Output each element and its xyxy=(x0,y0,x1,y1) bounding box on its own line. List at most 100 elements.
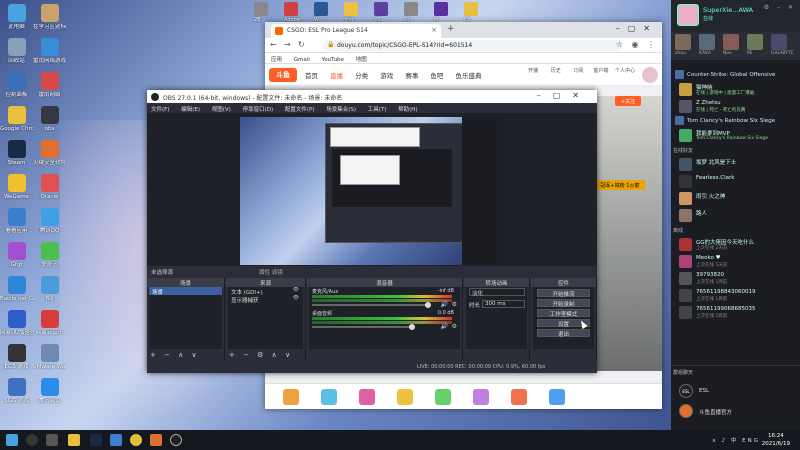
sources-toolbar[interactable]: + − ⚙ ∧ ∨ xyxy=(229,351,293,359)
desktop-icon[interactable]: Gfgt xyxy=(0,242,33,268)
friend-section-header[interactable]: 在线好友 xyxy=(673,147,693,154)
exit-button[interactable]: 退出 xyxy=(537,329,590,338)
back-icon[interactable]: ← xyxy=(270,40,277,49)
gift-icon[interactable] xyxy=(359,389,375,405)
desktop-icon[interactable]: 火绒安全软件 xyxy=(33,140,66,166)
task-view-icon[interactable] xyxy=(46,434,58,446)
nav-games[interactable]: 游戏 xyxy=(380,72,393,80)
group-douyu[interactable]: 斗鱼直播官方 xyxy=(699,408,732,416)
gift-icon[interactable] xyxy=(549,389,565,405)
chrome-icon[interactable] xyxy=(130,434,142,446)
desktop-icon[interactable]: Google Chrome xyxy=(0,106,33,132)
friend-row[interactable]: 76561199068685035 上次在线 2周前 xyxy=(671,305,800,321)
desktop-icon[interactable]: EGS 游戏 xyxy=(0,344,33,370)
studio-mode-button[interactable]: 工作室模式 xyxy=(537,309,590,318)
steam-username[interactable]: SuperXie...AWA xyxy=(703,6,753,14)
transition-select[interactable]: 淡化 xyxy=(469,288,525,297)
gift-icon[interactable] xyxy=(511,389,527,405)
slider-knob[interactable] xyxy=(409,324,415,330)
source-item-display[interactable]: 显示器捕获 👁 xyxy=(228,295,303,304)
steam-window-controls[interactable]: ⚙ – ✕ xyxy=(764,4,796,11)
desktop-icon[interactable]: VMware Workstation xyxy=(33,344,66,370)
scene-item[interactable]: 场景 xyxy=(149,287,222,296)
nav-yuba[interactable]: 鱼吧 xyxy=(430,72,443,80)
subscribe-link[interactable]: 订阅 xyxy=(570,67,587,74)
friend-avatar[interactable] xyxy=(699,34,715,50)
start-icon[interactable] xyxy=(6,434,18,446)
douyu-group-icon[interactable] xyxy=(679,404,693,418)
douyu-logo[interactable]: 斗鱼 xyxy=(269,68,297,82)
desktop-icon[interactable] xyxy=(314,2,328,16)
desktop-icon[interactable] xyxy=(254,2,268,16)
gift-icon[interactable] xyxy=(473,389,489,405)
friend-row[interactable]: 39793820 上次在线 1周前 xyxy=(671,271,800,287)
desktop-icon[interactable]: Oracle xyxy=(33,174,66,200)
friend-row[interactable]: Fearless.Clark xyxy=(671,174,800,190)
desktop-icon[interactable]: obs xyxy=(33,106,66,132)
friend-row[interactable]: GG的大佬因今天吃什么 上次在线 2天前 xyxy=(671,237,800,253)
game-group-header[interactable]: Counter-Strike: Global Offensive xyxy=(675,70,775,79)
desktop-icon[interactable]: SGG 游戏 xyxy=(0,378,33,404)
desktop-icon[interactable]: 网易云音乐 xyxy=(33,310,66,336)
friend-row[interactable]: Z Zhetsu 在线 | 死亡 - 死亡的竞赛 xyxy=(671,99,800,115)
friend-row[interactable]: 路人 xyxy=(671,208,800,224)
history-link[interactable]: 历史 xyxy=(547,67,564,74)
speaker-icon[interactable]: 🔊 xyxy=(441,301,448,308)
slider-knob[interactable] xyxy=(425,302,431,308)
browser-actions[interactable]: ☆ ◉ ⋮ xyxy=(616,40,658,49)
gift-icon[interactable] xyxy=(321,389,337,405)
scenes-toolbar[interactable]: + − ∧ ∨ xyxy=(150,351,200,359)
start-recording-button[interactable]: 开始录制 xyxy=(537,299,590,308)
desktop-icon[interactable]: 雷雨网络游戏 xyxy=(33,38,66,64)
friend-avatar[interactable] xyxy=(675,34,691,50)
new-tab-icon[interactable]: + xyxy=(447,24,455,34)
source-item-text[interactable]: 文本 (GDI+) 👁 xyxy=(228,287,303,296)
explorer-icon[interactable] xyxy=(68,434,80,446)
clock[interactable]: 16:24 2021/6/19 xyxy=(762,432,790,448)
friend-row[interactable]: 坂梦 北风是下士 xyxy=(671,157,800,173)
game-group-header[interactable]: Tom Clancy's Rainbow Six Siege xyxy=(675,116,775,125)
nav-category[interactable]: 分类 xyxy=(355,72,368,80)
properties-filters[interactable]: 属性 滤镜 xyxy=(259,268,283,276)
bookmark-youtube[interactable]: YouTube xyxy=(322,57,344,63)
gear-icon[interactable]: ⚙ xyxy=(452,323,457,330)
system-tray[interactable]: ∧ ♪ 中 ENG xyxy=(712,436,760,444)
avatar[interactable] xyxy=(642,67,658,83)
desktop-icon[interactable] xyxy=(464,2,478,16)
gear-icon[interactable]: ⚙ xyxy=(452,301,457,308)
app-icon[interactable] xyxy=(150,434,162,446)
stream-video[interactable] xyxy=(595,96,662,371)
desktop-icon[interactable]: 爱奇艺 xyxy=(33,242,66,268)
group-esl[interactable]: ESL xyxy=(699,388,709,394)
obs-preview[interactable] xyxy=(240,117,503,265)
desktop-icon[interactable] xyxy=(344,2,358,16)
desktop-icon[interactable]: 看看应用 xyxy=(0,208,33,234)
nav-home[interactable]: 首页 xyxy=(305,72,318,80)
nav-events[interactable]: 赛事 xyxy=(405,72,418,80)
volume-slider[interactable] xyxy=(312,324,415,330)
follow-button[interactable]: +关注 xyxy=(615,96,641,106)
friend-row[interactable]: 我能拿到MVP Tom Clancy's Rainbow Six Siege xyxy=(671,128,800,144)
start-streaming-button[interactable]: 开始推流 xyxy=(537,289,590,298)
forward-icon[interactable]: → xyxy=(284,40,291,49)
desktop-icon[interactable]: 腾讯QQ xyxy=(33,208,66,234)
obs-window-controls[interactable]: –▢✕ xyxy=(537,91,591,100)
desktop-icon[interactable]: Steam xyxy=(0,140,33,166)
obs-icon[interactable] xyxy=(170,434,182,446)
desktop-icon[interactable]: 在学习区别标 xyxy=(33,4,66,30)
bookmark-gmail[interactable]: Gmail xyxy=(294,57,310,63)
window-controls[interactable]: –▢✕ xyxy=(616,24,658,33)
bookmark-maps[interactable]: 地图 xyxy=(356,57,367,63)
esl-group-icon[interactable]: ESL xyxy=(679,384,693,398)
desktop-icon[interactable]: 控制面板 xyxy=(0,72,33,98)
desktop-icon[interactable] xyxy=(434,2,448,16)
friend-avatar[interactable] xyxy=(723,34,739,50)
eye-icon[interactable]: 👁 xyxy=(293,287,299,293)
gift-icon[interactable] xyxy=(435,389,451,405)
gift-icon[interactable] xyxy=(283,389,299,405)
bookmark-apps[interactable]: 应用 xyxy=(271,57,282,63)
reload-icon[interactable]: ↻ xyxy=(298,40,305,49)
start-stream-link[interactable]: 开播 xyxy=(525,67,542,74)
desktop-icon[interactable]: Bili xyxy=(33,276,66,302)
url-input[interactable]: 🔒 douyu.com/topic/CSGO-EPL-S14?rid=60151… xyxy=(323,40,623,51)
